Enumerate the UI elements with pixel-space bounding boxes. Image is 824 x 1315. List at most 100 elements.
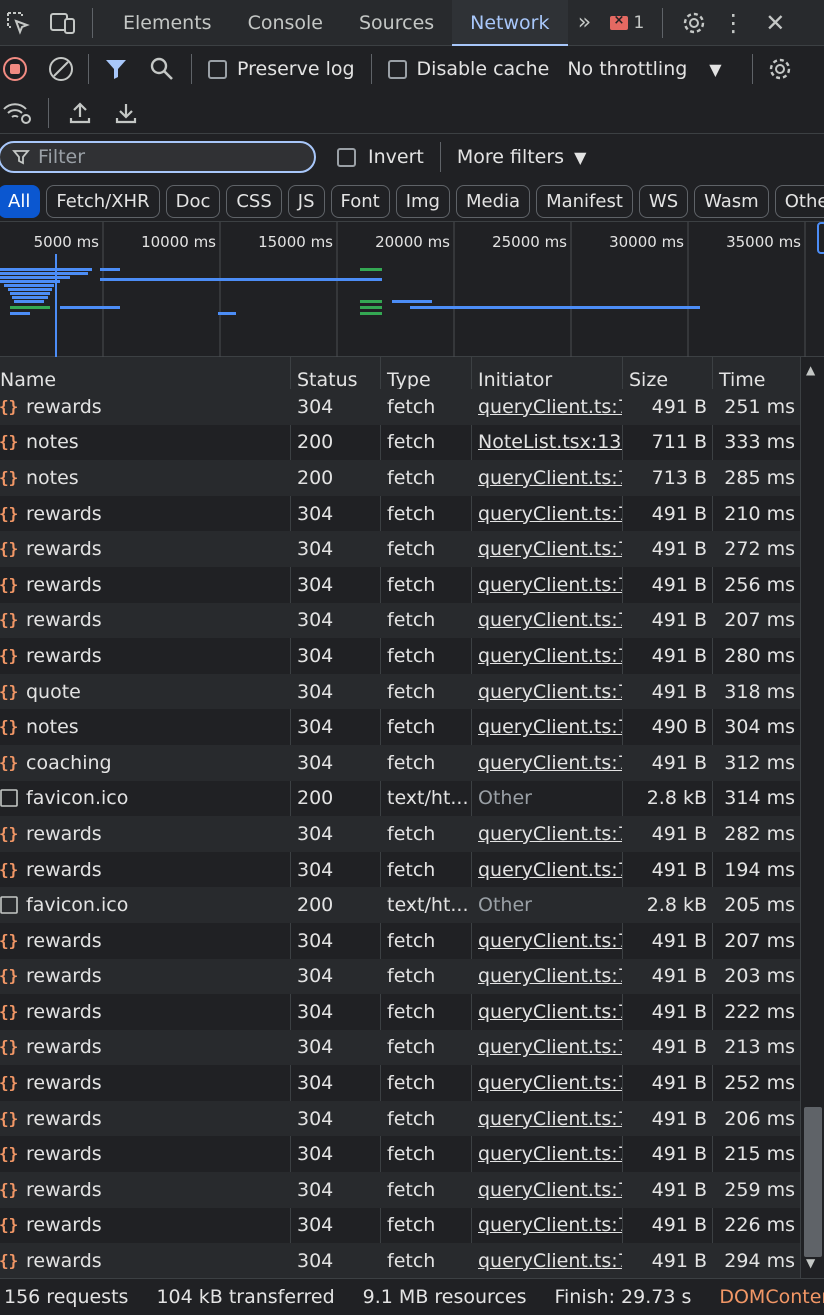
table-row[interactable]: {} rewards 304 fetch queryClient.ts:7... 491 … xyxy=(0,602,800,639)
filter-input[interactable]: Filter xyxy=(0,141,316,173)
table-row[interactable]: {} rewards 304 fetch queryClient.ts:7... 491 … xyxy=(0,1243,800,1279)
table-row[interactable]: {} rewards 304 fetch queryClient.ts:7... 491 … xyxy=(0,1172,800,1208)
filter-chip-wasm[interactable]: Wasm xyxy=(694,184,769,218)
table-row[interactable]: {} rewards 304 fetch queryClient.ts:7... 491 … xyxy=(0,531,800,567)
cell-time-container: 304 ms xyxy=(712,709,800,745)
error-badge[interactable]: × 1 xyxy=(609,13,644,33)
table-row[interactable]: {} notes 200 fetch NoteList.tsx:137 711 B 333 … xyxy=(0,425,800,461)
cell-initiator[interactable]: queryClient.ts:7... xyxy=(478,930,622,952)
table-row[interactable]: {} rewards 304 fetch queryClient.ts:7... 491 … xyxy=(0,496,800,532)
table-row[interactable]: {} rewards 304 fetch queryClient.ts:7... 491 … xyxy=(0,816,800,852)
filter-chip-ws[interactable]: WS xyxy=(638,184,689,218)
export-har-icon[interactable] xyxy=(113,100,139,126)
cell-initiator-container: queryClient.ts:7... xyxy=(471,1243,622,1279)
table-row[interactable]: {} rewards 304 fetch queryClient.ts:7... 491 … xyxy=(0,1029,800,1066)
record-stop-icon[interactable] xyxy=(2,56,28,82)
cell-initiator[interactable]: queryClient.ts:7... xyxy=(478,1036,622,1058)
table-row[interactable]: {} rewards 304 fetch queryClient.ts:7... 491 … xyxy=(0,638,800,674)
invert-checkbox[interactable] xyxy=(337,147,356,167)
more-filters-dropdown[interactable]: More filters ▼ xyxy=(457,146,587,168)
disable-cache-checkbox[interactable] xyxy=(387,59,407,79)
more-tabs-icon[interactable]: » xyxy=(568,10,602,35)
scroll-down-icon[interactable]: ▼ xyxy=(806,1256,815,1270)
filter-chip-all[interactable]: All xyxy=(0,184,41,218)
filter-chip-media[interactable]: Media xyxy=(456,184,531,218)
clear-icon[interactable] xyxy=(48,56,74,82)
tab-elements[interactable]: Elements xyxy=(105,0,230,46)
cell-initiator[interactable]: queryClient.ts:7... xyxy=(478,645,622,667)
cell-initiator[interactable]: queryClient.ts:7... xyxy=(478,752,622,774)
filter-chip-font[interactable]: Font xyxy=(330,184,390,218)
throttling-select[interactable]: No throttling ▼ xyxy=(567,58,721,80)
cell-initiator[interactable]: queryClient.ts:7... xyxy=(478,1072,622,1094)
inspect-element-icon[interactable] xyxy=(2,10,34,36)
cell-initiator[interactable]: queryClient.ts:7... xyxy=(478,1143,622,1165)
table-row[interactable]: {} rewards 304 fetch queryClient.ts:7... 491 … xyxy=(0,958,800,995)
cell-initiator[interactable]: queryClient.ts:7... xyxy=(478,1214,622,1236)
table-row[interactable]: {} quote 304 fetch queryClient.ts:7... 491 B 3… xyxy=(0,673,800,710)
cell-initiator[interactable]: queryClient.ts:7... xyxy=(478,823,622,845)
filter-chip-other[interactable]: Other xyxy=(774,184,824,218)
table-row[interactable]: {} rewards 304 fetch queryClient.ts:7... 491 … xyxy=(0,567,800,603)
filter-chip-fetch-xhr[interactable]: Fetch/XHR xyxy=(46,184,160,218)
import-har-icon[interactable] xyxy=(67,100,93,126)
cell-initiator[interactable]: queryClient.ts:7... xyxy=(478,1250,622,1272)
cell-initiator-container: queryClient.ts:7... xyxy=(471,709,622,745)
tab-sources[interactable]: Sources xyxy=(341,0,452,46)
filter-funnel-icon[interactable] xyxy=(103,56,129,82)
close-icon[interactable]: ✕ xyxy=(763,9,787,37)
table-row[interactable]: {} rewards 304 fetch queryClient.ts:7... 491 … xyxy=(0,994,800,1030)
table-row[interactable]: {} rewards 304 fetch queryClient.ts:7... 491 … xyxy=(0,1208,800,1244)
table-row[interactable]: {} rewards 304 fetch queryClient.ts:7... 491 … xyxy=(0,1100,800,1137)
cell-initiator[interactable]: NoteList.tsx:137 xyxy=(478,431,622,453)
network-conditions-icon[interactable] xyxy=(2,100,32,126)
cell-initiator[interactable]: queryClient.ts:7... xyxy=(478,1179,622,1201)
filter-chip-doc[interactable]: Doc xyxy=(165,184,221,218)
table-row[interactable]: {} rewards 304 fetch queryClient.ts:7... 491 … xyxy=(0,852,800,888)
tab-console[interactable]: Console xyxy=(230,0,341,46)
cell-initiator[interactable]: queryClient.ts:7... xyxy=(478,1108,622,1130)
table-row[interactable]: {} rewards 304 fetch queryClient.ts:7... 491 … xyxy=(0,389,800,425)
cell-size-container: 491 B xyxy=(622,567,712,603)
table-row[interactable]: {} notes 304 fetch queryClient.ts:7... 490 B 3… xyxy=(0,709,800,745)
network-overview-timeline[interactable]: 5000 ms 10000 ms 15000 ms 20000 ms 25000 ms 3… xyxy=(0,221,824,358)
table-scrollbar[interactable]: ▲ ▼ xyxy=(800,357,824,1278)
scroll-up-icon[interactable]: ▲ xyxy=(806,363,815,377)
cell-size-container: 491 B xyxy=(622,852,712,888)
table-row[interactable]: {} notes 200 fetch queryClient.ts:7... 713 B 2… xyxy=(0,460,800,496)
filter-chip-img[interactable]: Img xyxy=(395,184,450,218)
cell-initiator[interactable]: queryClient.ts:7... xyxy=(478,503,622,525)
settings-gear-icon[interactable] xyxy=(679,10,709,36)
table-row[interactable]: {} rewards 304 fetch queryClient.ts:7... 491 … xyxy=(0,1136,800,1172)
cell-initiator[interactable]: queryClient.ts:7... xyxy=(478,396,622,418)
timeline-range-handle[interactable] xyxy=(817,222,824,254)
cell-initiator[interactable]: queryClient.ts:7... xyxy=(478,538,622,560)
scrollbar-thumb[interactable] xyxy=(804,1107,822,1257)
cell-size-container: 491 B xyxy=(622,1208,712,1244)
more-options-icon[interactable]: ⋮ xyxy=(721,9,745,37)
table-row[interactable]: {} rewards 304 fetch queryClient.ts:7... 491 … xyxy=(0,923,800,959)
cell-initiator[interactable]: queryClient.ts:7... xyxy=(478,965,622,987)
cell-status-container: 304 xyxy=(290,496,380,532)
cell-initiator[interactable]: queryClient.ts:7... xyxy=(478,609,622,631)
network-settings-gear-icon[interactable] xyxy=(767,56,793,82)
table-row[interactable]: favicon.ico 200 text/ht... Other 2.8 kB 205 m… xyxy=(0,887,800,923)
search-icon[interactable] xyxy=(149,56,175,82)
filter-chip-css[interactable]: CSS xyxy=(226,184,282,218)
cell-initiator[interactable]: queryClient.ts:7... xyxy=(478,1001,622,1023)
table-row[interactable]: {} coaching 304 fetch queryClient.ts:7... 491… xyxy=(0,744,800,781)
cell-status-container: 304 xyxy=(290,1101,380,1137)
cell-initiator[interactable]: queryClient.ts:7... xyxy=(478,574,622,596)
cell-initiator[interactable]: queryClient.ts:7... xyxy=(478,681,622,703)
cell-initiator[interactable]: queryClient.ts:7... xyxy=(478,467,622,489)
table-row[interactable]: favicon.ico 200 text/ht... Other 2.8 kB 314 m… xyxy=(0,781,800,817)
filter-chip-manifest[interactable]: Manifest xyxy=(536,184,633,218)
cell-initiator[interactable]: queryClient.ts:7... xyxy=(478,716,622,738)
filter-chip-js[interactable]: JS xyxy=(287,184,325,218)
table-row[interactable]: {} rewards 304 fetch queryClient.ts:7... 491 … xyxy=(0,1065,800,1101)
cell-initiator[interactable]: queryClient.ts:7... xyxy=(478,859,622,881)
device-toolbar-icon[interactable] xyxy=(48,10,78,36)
preserve-log-checkbox[interactable] xyxy=(208,59,227,79)
tab-network[interactable]: Network xyxy=(452,0,568,46)
svg-text:{}: {} xyxy=(0,1109,18,1128)
